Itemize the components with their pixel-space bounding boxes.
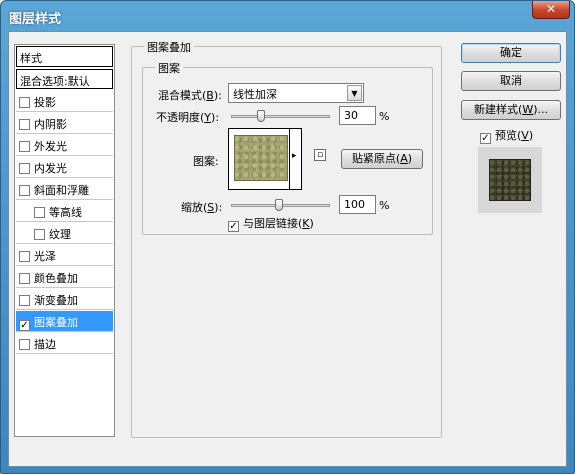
inner-shadow-checkbox[interactable] xyxy=(19,119,30,130)
style-list-header[interactable]: 样式 xyxy=(16,46,113,67)
chevron-down-icon[interactable]: ▼ xyxy=(347,85,362,101)
preview-option[interactable]: ✓ 预览(V) xyxy=(480,127,533,144)
link-label-text: 与图层链接( xyxy=(243,217,303,230)
preview-checkbox[interactable]: ✓ xyxy=(480,133,491,144)
style-item-pattern-overlay[interactable]: ✓ 图案叠加 xyxy=(16,311,113,332)
scale-label: 缩放(S): xyxy=(181,199,222,215)
ok-button[interactable]: 确定 xyxy=(461,43,561,63)
title-bar[interactable]: 图层样式 ✕ xyxy=(1,1,574,31)
preview-label-tail: ) xyxy=(528,129,534,142)
style-item-label: 外发光 xyxy=(34,140,67,153)
drop-shadow-checkbox[interactable] xyxy=(19,97,30,108)
style-item-label: 纹理 xyxy=(49,228,71,241)
dialog-body: 样式 混合选项:默认 投影 内阴影 外发光 内发光 斜面和浮雕 等高线 纹理 光… xyxy=(8,31,567,467)
blend-mode-label-tail: ): xyxy=(213,89,222,102)
opacity-unit: % xyxy=(379,110,390,123)
blend-mode-hotkey: B xyxy=(206,89,214,102)
layer-style-dialog: 图层样式 ✕ 样式 混合选项:默认 投影 内阴影 外发光 内发光 斜面和浮雕 等 xyxy=(0,0,575,474)
pattern-overlay-checkbox[interactable]: ✓ xyxy=(19,320,30,331)
preview-label-text: 预览( xyxy=(495,129,522,142)
blend-mode-select[interactable]: 线性加深 ▼ xyxy=(228,83,364,103)
style-item-inner-shadow[interactable]: 内阴影 xyxy=(16,113,113,134)
style-item-label: 描边 xyxy=(34,338,56,351)
style-item-texture[interactable]: 纹理 xyxy=(16,223,113,244)
opacity-slider-track[interactable] xyxy=(231,115,330,118)
style-item-stroke[interactable]: 描边 xyxy=(16,333,113,354)
pattern-subgroup-title: 图案 xyxy=(155,60,183,76)
opacity-input[interactable]: 30 xyxy=(339,106,376,125)
new-style-button[interactable]: 新建样式(W)... xyxy=(461,100,561,120)
window-title: 图层样式 xyxy=(9,12,62,27)
inner-glow-checkbox[interactable] xyxy=(19,163,30,174)
new-style-tail: )... xyxy=(533,103,548,116)
opacity-label-tail: ): xyxy=(211,111,220,124)
style-item-outer-glow[interactable]: 外发光 xyxy=(16,135,113,156)
style-item-label: 投影 xyxy=(34,96,56,109)
scale-slider-thumb[interactable] xyxy=(275,199,283,211)
pattern-picker[interactable]: ▸ xyxy=(228,128,302,190)
snap-origin-tail: ) xyxy=(407,152,413,165)
link-with-layer-option[interactable]: ✓ 与图层链接(K) xyxy=(228,215,314,232)
preview-hotkey: V xyxy=(521,129,529,142)
style-item-label: 内阴影 xyxy=(34,118,67,131)
color-overlay-checkbox[interactable] xyxy=(19,273,30,284)
style-item-label: 斜面和浮雕 xyxy=(34,184,89,197)
stroke-checkbox[interactable] xyxy=(19,339,30,350)
style-item-inner-glow[interactable]: 内发光 xyxy=(16,157,113,178)
scale-label-text: 缩放( xyxy=(181,201,208,214)
close-button[interactable]: ✕ xyxy=(532,1,570,19)
gradient-overlay-checkbox[interactable] xyxy=(19,295,30,306)
blend-mode-label: 混合模式(B): xyxy=(158,87,222,103)
style-item-label: 颜色叠加 xyxy=(34,272,78,285)
contour-checkbox[interactable] xyxy=(34,207,45,218)
pattern-swatch[interactable] xyxy=(234,135,288,181)
outer-glow-checkbox[interactable] xyxy=(19,141,30,152)
link-hotkey: K xyxy=(302,217,310,230)
style-item-gradient-overlay[interactable]: 渐变叠加 xyxy=(16,289,113,310)
satin-checkbox[interactable] xyxy=(19,251,30,262)
style-preview-thumbnail xyxy=(489,159,531,201)
scale-input[interactable]: 100 xyxy=(339,195,376,214)
opacity-label-text: 不透明度( xyxy=(156,111,205,124)
opacity-label: 不透明度(Y): xyxy=(156,109,219,125)
snap-origin-text: 贴紧原点( xyxy=(351,152,401,165)
pattern-menu-arrow-icon[interactable]: ▸ xyxy=(292,151,297,161)
style-item-label: 渐变叠加 xyxy=(34,294,78,307)
style-item-color-overlay[interactable]: 颜色叠加 xyxy=(16,267,113,288)
opacity-slider-thumb[interactable] xyxy=(257,110,265,122)
new-preset-icon[interactable]: ▫ xyxy=(314,149,326,161)
style-list: 样式 混合选项:默认 投影 内阴影 外发光 内发光 斜面和浮雕 等高线 纹理 光… xyxy=(14,44,115,437)
scale-unit: % xyxy=(379,199,390,212)
pattern-label: 图案: xyxy=(193,155,219,168)
blend-mode-value: 线性加深 xyxy=(233,88,277,101)
style-item-label: 光泽 xyxy=(34,250,56,263)
style-item-contour[interactable]: 等高线 xyxy=(16,201,113,222)
new-style-hotkey: W xyxy=(522,103,534,116)
cancel-button[interactable]: 取消 xyxy=(461,71,561,91)
blend-options-item[interactable]: 混合选项:默认 xyxy=(16,69,113,89)
texture-checkbox[interactable] xyxy=(34,229,45,240)
style-item-label: 内发光 xyxy=(34,162,67,175)
pattern-picker-divider xyxy=(289,129,290,189)
style-preview xyxy=(478,147,542,213)
snap-origin-hotkey: A xyxy=(400,152,408,165)
link-label-tail: ) xyxy=(309,217,314,230)
style-item-label: 等高线 xyxy=(49,206,82,219)
style-item-satin[interactable]: 光泽 xyxy=(16,245,113,266)
style-item-label: 图案叠加 xyxy=(34,316,78,329)
link-with-layer-checkbox[interactable]: ✓ xyxy=(228,221,239,232)
style-item-bevel-emboss[interactable]: 斜面和浮雕 xyxy=(16,179,113,200)
style-item-drop-shadow[interactable]: 投影 xyxy=(16,91,113,112)
blend-mode-label-text: 混合模式( xyxy=(158,89,207,102)
snap-to-origin-button[interactable]: 贴紧原点(A) xyxy=(341,149,423,169)
new-style-text: 新建样式( xyxy=(474,103,523,116)
bevel-emboss-checkbox[interactable] xyxy=(19,185,30,196)
pattern-overlay-title: 图案叠加 xyxy=(144,39,194,55)
scale-label-tail: ): xyxy=(214,201,223,214)
